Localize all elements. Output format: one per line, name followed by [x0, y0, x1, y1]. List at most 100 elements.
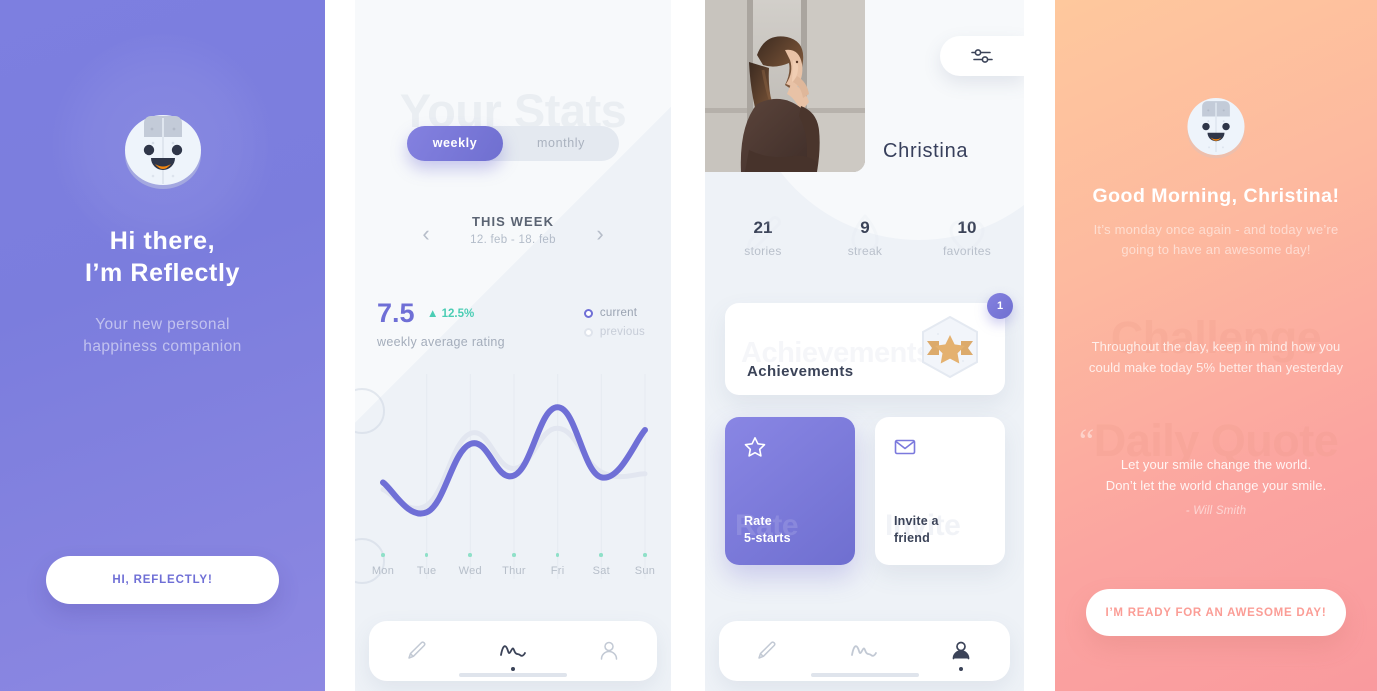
chart-day-label: Fri — [535, 553, 581, 577]
profile-photo — [705, 0, 865, 172]
nav-item-journal[interactable] — [369, 621, 465, 681]
profile-stat-streak: 9 streak — [815, 214, 915, 258]
hi-reflectly-button[interactable]: HI, REFLECTLY! — [46, 556, 279, 604]
chart-day-label: Sat — [578, 553, 624, 577]
chart-day-label: Mon — [360, 553, 406, 577]
morning-subtitle-line2: going to have an awesome day! — [1121, 242, 1311, 258]
envelope-icon — [893, 435, 917, 464]
heart-icon — [941, 210, 993, 267]
tile-invite-friend[interactable]: Invite Invite a friend — [875, 417, 1005, 565]
chart-day-label-text: Fri — [550, 565, 565, 577]
chart-day-dot — [599, 553, 603, 557]
onboarding-title: Hi there, I’m Reflectly — [0, 225, 325, 289]
legend-dot-current-icon — [583, 308, 593, 318]
achievements-title: Achievements — [747, 363, 854, 380]
nav-active-dot — [959, 667, 964, 671]
nav-item-profile[interactable] — [561, 621, 657, 681]
onboarding-subtitle-line1: Your new personal — [95, 316, 230, 333]
onboarding-title-line2: I’m Reflectly — [84, 259, 241, 287]
daily-quote: Let your smile change the world. Don’t l… — [1055, 454, 1377, 496]
daily-quote-line2: Don’t let the world change your smile. — [1105, 478, 1327, 494]
chart-day-labels: Mon Tue Wed Thur Fri Sat Sun — [355, 553, 671, 595]
screen-onboarding: Hi there, I’m Reflectly Your new persona… — [0, 0, 325, 691]
ready-for-awesome-day-button[interactable]: I’M READY FOR AN AWESOME DAY! — [1086, 589, 1346, 636]
onboarding-title-line1: Hi there, — [109, 227, 216, 255]
chart-day-dot — [424, 553, 429, 557]
tile-rate-label: Rate 5-starts — [744, 513, 791, 547]
tile-invite-label-line1: Invite a — [894, 514, 939, 529]
bottom-navigation-stats — [369, 621, 657, 681]
sliders-icon — [971, 49, 993, 63]
legend-dot-previous-icon — [583, 327, 593, 337]
wave-chart-icon — [851, 645, 878, 657]
challenge-text-line2: could make today 5% better than yesterda… — [1088, 359, 1344, 375]
bottom-navigation-profile — [719, 621, 1010, 681]
chart-day-label-text: Sat — [592, 565, 611, 577]
chart-day-dot — [468, 553, 472, 557]
period-range: 12. feb - 18. feb — [470, 234, 556, 246]
chart-day-label-text: Tue — [416, 565, 437, 577]
score-summary: 7.5 ▲ 12.5% — [377, 298, 474, 329]
challenge-text: Throughout the day, keep in mind how you… — [1055, 337, 1377, 379]
chart-day-dot — [643, 553, 647, 557]
score-value: 7.5 — [377, 298, 415, 328]
profile-stat-favorites: 10 favorites — [917, 218, 1017, 258]
profile-name: Christina — [883, 140, 969, 162]
chevron-left-icon[interactable]: ‹ — [413, 220, 439, 248]
home-indicator — [459, 673, 567, 677]
screen-stats: Your Stats weekly monthly ‹ › THIS WEEK … — [355, 0, 671, 691]
nav-item-journal[interactable] — [719, 621, 816, 681]
tile-invite-label: Invite a friend — [894, 513, 939, 547]
chart-day-label-text: Sun — [634, 565, 656, 577]
nav-item-stats[interactable] — [816, 621, 913, 681]
challenge-text-line1: Throughout the day, keep in mind how you — [1091, 339, 1341, 354]
legend-label-current: current — [599, 307, 638, 319]
screen-profile: Christina 21 stories 9 streak 10 favorit… — [705, 0, 1024, 691]
daily-quote-line1: Let your smile change the world. — [1120, 457, 1312, 472]
chart-day-label: Wed — [447, 553, 493, 577]
period-title: THIS WEEK — [471, 214, 555, 229]
chart-day-label: Thur — [491, 553, 537, 577]
star-medal-icon — [911, 311, 989, 394]
morning-greeting: Good Morning, Christina! — [1092, 185, 1340, 207]
home-indicator — [810, 673, 919, 677]
chart-legend: current previous — [583, 307, 645, 345]
morning-subtitle: It’s monday once again - and today we’re… — [1055, 220, 1377, 260]
nav-item-profile[interactable] — [913, 621, 1010, 681]
legend-item-previous[interactable]: previous — [583, 326, 645, 338]
settings-button[interactable] — [940, 36, 1024, 76]
pencil-icon — [737, 210, 789, 267]
pencil-icon — [408, 641, 426, 659]
legend-item-current[interactable]: current — [583, 307, 645, 319]
score-caption: weekly average rating — [377, 335, 505, 349]
chart-day-label-text: Thur — [502, 565, 526, 577]
chart-day-label: Tue — [404, 553, 450, 577]
chart-day-dot — [381, 553, 385, 557]
chart-day-dot — [512, 553, 516, 557]
legend-label-previous: previous — [599, 326, 645, 338]
chart-day-label-text: Wed — [458, 565, 482, 577]
achievements-card[interactable]: Achievements Achievements 1 — [725, 293, 1013, 395]
profile-stat-stories: 21 stories — [713, 216, 813, 258]
tile-rate-5-stars[interactable]: Rate Rate 5-starts — [725, 417, 855, 565]
chart-day-dot — [555, 553, 560, 557]
reflectly-mascot-icon — [115, 100, 211, 201]
chart-day-label-text: Mon — [371, 565, 395, 577]
week-navigator: ‹ › THIS WEEK 12. feb - 18. feb — [355, 214, 671, 258]
pencil-icon — [758, 641, 776, 659]
wave-chart-icon — [500, 645, 526, 657]
screen-morning: Good Morning, Christina! It’s monday onc… — [1055, 0, 1377, 691]
nav-active-dot — [510, 667, 515, 671]
onboarding-subtitle-line2: happiness companion — [83, 338, 242, 355]
tile-rate-label-line1: Rate — [744, 514, 772, 529]
tile-invite-label-line2: friend — [894, 531, 930, 546]
chevron-right-icon[interactable]: › — [587, 220, 613, 248]
screens-stage: Hi there, I’m Reflectly Your new persona… — [0, 0, 1377, 691]
onboarding-subtitle: Your new personal happiness companion — [0, 314, 325, 358]
segment-monthly[interactable]: monthly — [507, 126, 615, 161]
quote-author: - Will Smith — [1185, 505, 1247, 517]
nav-item-stats[interactable] — [465, 621, 561, 681]
tile-rate-label-line2: 5-starts — [744, 531, 791, 546]
segment-weekly[interactable]: weekly — [407, 126, 503, 161]
star-outline-icon — [743, 435, 767, 464]
